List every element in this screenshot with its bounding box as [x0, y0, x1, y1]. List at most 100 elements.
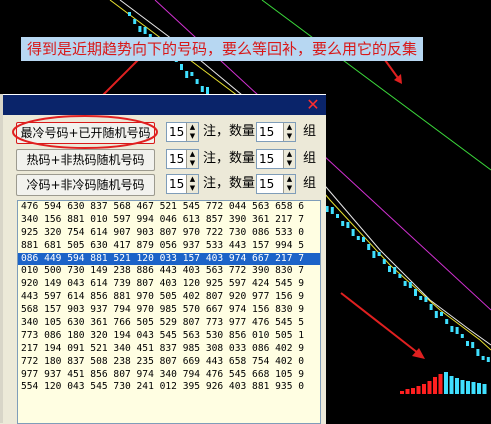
candle: [128, 12, 131, 16]
candle: [180, 64, 183, 70]
output-line: 920 149 043 614 739 807 403 120 925 597 …: [21, 278, 305, 290]
chevron-up-icon[interactable]: ▲: [187, 123, 198, 132]
group-quantity-spinner[interactable]: 15 ▲ ▼: [256, 122, 296, 142]
chevron-down-icon[interactable]: ▼: [284, 159, 295, 168]
bets-unit-label: 注，数量: [203, 151, 256, 166]
group-unit-label: 组: [303, 176, 317, 191]
chevron-down-icon[interactable]: ▼: [187, 184, 198, 193]
chevron-up-icon[interactable]: ▲: [284, 123, 295, 132]
bets-count-spinner[interactable]: 15 ▲ ▼: [166, 149, 199, 169]
volume-bar: [466, 381, 470, 394]
annotation-label: 得到是近期趋势向下的号码，要么等回补，要么用它的反集: [21, 37, 424, 61]
candle: [336, 214, 339, 218]
arrow-from-annotation-to-chart: [384, 59, 399, 79]
volume-bar: [411, 388, 415, 394]
candle: [455, 327, 459, 334]
bets-count-spinner[interactable]: 15 ▲ ▼: [166, 122, 199, 142]
group-unit-label: 组: [303, 151, 317, 166]
chevron-down-icon[interactable]: ▼: [187, 159, 198, 168]
candle: [466, 341, 469, 346]
bets-count-value: 15: [169, 177, 185, 191]
output-line: 086 449 594 881 521 120 033 157 403 974 …: [18, 252, 320, 266]
candle: [185, 71, 189, 78]
candle: [195, 79, 199, 84]
candle: [398, 274, 402, 278]
arrow-to-chart: [340, 292, 419, 354]
candle: [341, 221, 345, 226]
coldest-plus-drawn-button[interactable]: 最冷号码+已开随机号码: [16, 122, 155, 144]
spinner-arrows[interactable]: ▲ ▼: [283, 123, 295, 141]
volume-bar: [400, 391, 404, 394]
output-line: 977 937 451 856 807 974 340 794 476 545 …: [21, 368, 305, 380]
spinner-arrows[interactable]: ▲ ▼: [283, 150, 295, 168]
volume-bar: [433, 377, 437, 394]
chevron-down-icon[interactable]: ▼: [187, 132, 198, 141]
close-icon[interactable]: ✕: [304, 96, 322, 113]
chevron-up-icon[interactable]: ▲: [187, 150, 198, 159]
volume-bar: [460, 380, 465, 394]
volume-bar: [455, 378, 459, 394]
chevron-up-icon[interactable]: ▲: [284, 150, 295, 159]
group-quantity-spinner[interactable]: 15 ▲ ▼: [256, 174, 296, 194]
volume-bar: [427, 381, 432, 394]
candle: [190, 72, 194, 76]
chevron-up-icon[interactable]: ▲: [187, 175, 198, 184]
candle: [476, 349, 480, 356]
bets-unit-label: 注，数量: [203, 124, 256, 139]
candle: [419, 296, 423, 300]
candle: [362, 237, 365, 242]
group-quantity-value: 15: [259, 177, 275, 191]
volume-bar: [449, 376, 454, 394]
output-line: 217 194 091 521 340 451 837 985 308 033 …: [21, 342, 305, 354]
output-line: 340 156 881 010 597 994 046 613 857 390 …: [21, 213, 305, 225]
bets-count-spinner[interactable]: 15 ▲ ▼: [166, 174, 199, 194]
candle: [351, 229, 355, 236]
candle: [445, 319, 449, 324]
window-edge: [0, 94, 3, 423]
candle: [330, 207, 334, 214]
output-line: 773 086 180 320 194 043 545 563 530 856 …: [21, 329, 305, 341]
candle: [143, 27, 147, 34]
candle: [471, 342, 475, 348]
group-quantity-value: 15: [259, 125, 275, 139]
volume-bar: [471, 382, 476, 394]
candle: [450, 326, 454, 332]
volume-bar: [444, 372, 448, 394]
candle: [372, 251, 376, 258]
bets-count-value: 15: [169, 125, 185, 139]
chevron-up-icon[interactable]: ▲: [284, 175, 295, 184]
candle: [206, 87, 209, 94]
candle: [460, 334, 464, 338]
candle: [403, 281, 407, 286]
candle: [133, 19, 137, 24]
output-line: 925 320 754 614 907 903 807 970 722 730 …: [21, 226, 305, 238]
volume-bar: [482, 384, 487, 394]
volume-bar: [422, 384, 426, 394]
chevron-down-icon[interactable]: ▼: [284, 184, 295, 193]
candle: [408, 282, 412, 288]
candle: [481, 356, 485, 360]
candle: [388, 266, 391, 272]
generated-numbers-textarea[interactable]: 476 594 630 837 568 467 521 545 772 044 …: [17, 200, 321, 424]
candle: [356, 236, 360, 240]
candle: [429, 304, 433, 310]
bets-count-value: 15: [169, 152, 185, 166]
cold-plus-noncold-button[interactable]: 冷码+非冷码随机号码: [16, 174, 155, 196]
candle: [377, 252, 381, 256]
spinner-arrows[interactable]: ▲ ▼: [283, 175, 295, 193]
hot-plus-nonhot-button[interactable]: 热码+非热码随机号码: [16, 149, 155, 171]
volume-bar: [438, 374, 443, 394]
spinner-arrows[interactable]: ▲ ▼: [186, 123, 198, 141]
spinner-arrows[interactable]: ▲ ▼: [186, 175, 198, 193]
volume-bar: [477, 383, 481, 394]
dialog-titlebar: ✕: [0, 95, 326, 115]
chevron-down-icon[interactable]: ▼: [284, 132, 295, 141]
output-line: 881 681 505 630 417 879 056 937 533 443 …: [21, 239, 305, 251]
output-line: 010 500 730 149 238 886 443 403 563 772 …: [21, 265, 305, 277]
candle: [367, 244, 371, 250]
candle: [440, 312, 443, 316]
candle: [424, 297, 428, 302]
spinner-arrows[interactable]: ▲ ▼: [186, 150, 198, 168]
group-quantity-spinner[interactable]: 15 ▲ ▼: [256, 149, 296, 169]
volume-bar: [405, 389, 410, 394]
